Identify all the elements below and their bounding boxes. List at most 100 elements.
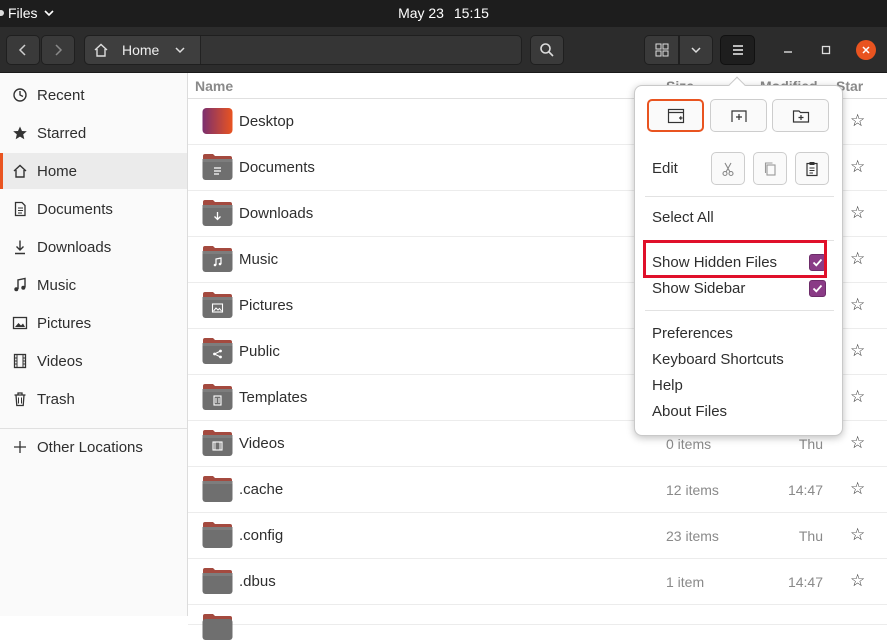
file-size: 23 items (666, 528, 719, 544)
cut-button[interactable] (711, 152, 745, 185)
sidebar-item-starred[interactable]: Starred (0, 115, 187, 151)
new-window-button[interactable] (647, 99, 704, 132)
file-name: Pictures (239, 297, 294, 314)
star-icon[interactable]: ☆ (850, 571, 865, 591)
file-name: Templates (239, 389, 308, 406)
edit-label: Edit (652, 160, 678, 177)
star-icon (11, 124, 29, 142)
preferences-item[interactable]: Preferences (652, 325, 733, 342)
close-icon (862, 46, 870, 54)
star-icon[interactable]: ☆ (850, 249, 865, 269)
scissors-icon (722, 162, 734, 176)
videos-folder-icon (202, 430, 233, 456)
file-modified: 14:47 (787, 482, 823, 498)
star-icon[interactable]: ☆ (850, 525, 865, 545)
star-icon[interactable]: ☆ (850, 387, 865, 407)
hamburger-icon (732, 45, 743, 55)
sidebar-item-recent[interactable]: Recent (0, 77, 187, 113)
sidebar-item-home[interactable]: Home (0, 153, 187, 189)
folder-icon (202, 476, 233, 502)
sidebar: Recent Starred Home Documents Downloads … (0, 73, 188, 616)
clipboard-icon (806, 161, 818, 176)
file-row[interactable]: .config 23 items Thu ☆ (188, 513, 887, 559)
sidebar-item-pictures[interactable]: Pictures (0, 305, 187, 341)
file-name: .cache (239, 481, 284, 498)
sidebar-item-downloads[interactable]: Downloads (0, 229, 187, 265)
highlight-box (643, 240, 827, 278)
file-modified: 14:47 (787, 574, 823, 590)
forward-button[interactable] (41, 35, 75, 65)
path-bar[interactable]: Home (84, 35, 522, 65)
column-name[interactable]: Name (195, 78, 233, 94)
documents-folder-icon (202, 154, 233, 180)
file-row[interactable]: .dbus 1 item 14:47 ☆ (188, 559, 887, 605)
new-folder-icon (792, 109, 809, 123)
new-window-icon (667, 108, 684, 123)
file-name: Music (239, 251, 279, 268)
sidebar-item-label: Music (37, 276, 77, 294)
file-row[interactable]: .cache 12 items 14:47 ☆ (188, 467, 887, 513)
sidebar-item-label: Starred (37, 124, 87, 142)
music-icon (11, 276, 29, 294)
search-icon (540, 43, 554, 57)
path-label: Home (122, 42, 160, 58)
file-row-partial[interactable] (188, 605, 887, 640)
file-size: 0 items (666, 436, 712, 452)
show-sidebar-checkbox[interactable] (809, 280, 826, 297)
close-button[interactable] (856, 40, 876, 60)
about-files-item[interactable]: About Files (652, 403, 727, 420)
plus-icon (11, 438, 29, 456)
new-tab-button[interactable] (710, 99, 767, 132)
downloads-folder-icon (202, 200, 233, 226)
view-options-button[interactable] (679, 35, 713, 65)
pictures-folder-icon (202, 292, 233, 318)
path-home-button[interactable]: Home (85, 36, 201, 64)
menu-separator (645, 196, 834, 197)
help-item[interactable]: Help (652, 377, 683, 394)
search-button[interactable] (530, 35, 564, 65)
view-grid-button[interactable] (644, 35, 679, 65)
back-button[interactable] (6, 35, 40, 65)
chevron-down-icon (691, 47, 701, 54)
select-all-item[interactable]: Select All (652, 209, 714, 226)
file-name: Public (239, 343, 280, 360)
sidebar-item-trash[interactable]: Trash (0, 381, 187, 417)
star-icon[interactable]: ☆ (850, 111, 865, 131)
sidebar-item-label: Documents (37, 200, 113, 218)
minimize-button[interactable] (778, 40, 798, 60)
star-icon[interactable]: ☆ (850, 295, 865, 315)
sidebar-item-videos[interactable]: Videos (0, 343, 187, 379)
star-icon[interactable]: ☆ (850, 479, 865, 499)
star-icon[interactable]: ☆ (850, 157, 865, 177)
file-name: Desktop (239, 113, 295, 130)
clock[interactable]: May 23 15:15 (0, 5, 887, 21)
sidebar-item-label: Pictures (37, 314, 92, 332)
show-sidebar-item[interactable]: Show Sidebar (652, 280, 745, 297)
keyboard-shortcuts-item[interactable]: Keyboard Shortcuts (652, 351, 784, 368)
sidebar-item-label: Other Locations (37, 438, 143, 456)
file-modified: Thu (798, 436, 823, 452)
sidebar-item-documents[interactable]: Documents (0, 191, 187, 227)
main-menu-button[interactable] (720, 35, 755, 65)
file-name: Videos (239, 435, 285, 452)
star-icon[interactable]: ☆ (850, 433, 865, 453)
clock-date: May 23 (398, 5, 444, 21)
picture-icon (11, 314, 29, 332)
sidebar-item-other-locations[interactable]: Other Locations (0, 429, 187, 465)
sidebar-item-music[interactable]: Music (0, 267, 187, 303)
star-icon[interactable]: ☆ (850, 341, 865, 361)
new-folder-button[interactable] (772, 99, 829, 132)
chevron-left-icon (18, 44, 26, 56)
top-bar: Files May 23 15:15 (0, 0, 887, 27)
copy-icon (764, 161, 776, 176)
paste-button[interactable] (795, 152, 829, 185)
file-name: Downloads (239, 205, 314, 222)
copy-button[interactable] (753, 152, 787, 185)
star-icon[interactable]: ☆ (850, 203, 865, 223)
menu-separator (645, 310, 834, 311)
public-folder-icon (202, 338, 233, 364)
download-icon (11, 238, 29, 256)
maximize-button[interactable] (816, 40, 836, 60)
new-tab-icon (730, 109, 747, 122)
clock-icon (11, 86, 29, 104)
